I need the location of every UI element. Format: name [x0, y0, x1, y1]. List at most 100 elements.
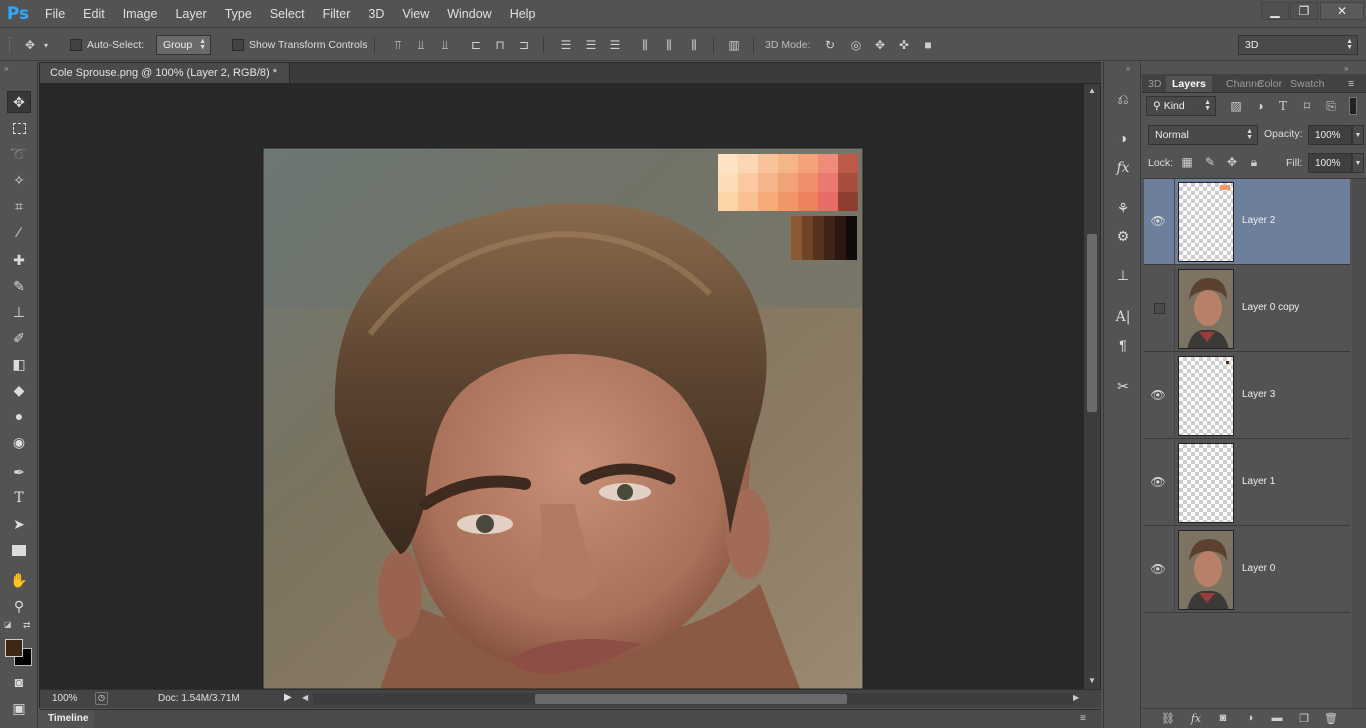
layer-row[interactable]: 👁︎ Layer 1 [1144, 440, 1350, 526]
default-colors-icon[interactable]: ◪ [4, 620, 12, 629]
delete-layer-icon[interactable]: 🗑︎ [1323, 712, 1339, 726]
rectangle-tool[interactable] [7, 539, 31, 561]
blur-tool[interactable]: ● [7, 405, 31, 427]
brush-tool[interactable]: ✎ [7, 275, 31, 297]
crop-tool[interactable]: ⌗ [7, 195, 31, 217]
layer-row[interactable]: 👁︎ Layer 0 [1144, 527, 1350, 613]
distribute-left-icon[interactable]: ⫼ [637, 37, 653, 53]
tab-layers[interactable]: Layers [1166, 76, 1212, 92]
3d-pan-icon[interactable]: ✥ [872, 37, 888, 53]
eyedropper-tool[interactable]: ⁄ [7, 221, 31, 243]
panel-menu-icon[interactable]: ≡ [1080, 713, 1086, 724]
3d-rotate-icon[interactable]: ↻ [822, 37, 838, 53]
filter-pixel-icon[interactable]: ▨ [1228, 98, 1244, 114]
magic-wand-tool[interactable]: ✧ [7, 169, 31, 191]
close-button[interactable]: ✕ [1320, 2, 1364, 20]
workspace-dropdown[interactable]: 3D ▲ ▼ [1238, 35, 1358, 55]
marquee-tool[interactable] [7, 117, 31, 139]
document-canvas[interactable] [40, 84, 1084, 689]
filter-type-icon[interactable]: T [1275, 98, 1291, 114]
panel-menu-icon[interactable]: ≡ [1348, 76, 1354, 92]
distribute-bottom-icon[interactable]: ☰ [607, 37, 623, 53]
tools-icon[interactable]: ✂ [1113, 376, 1133, 396]
menu-edit[interactable]: Edit [74, 0, 114, 28]
screen-mode-button[interactable]: ▣ [7, 697, 31, 719]
type-tool[interactable]: T [7, 487, 31, 509]
layers-scrollbar[interactable] [1352, 179, 1366, 709]
align-left-icon[interactable]: ⊏ [468, 37, 484, 53]
menu-file[interactable]: File [36, 0, 74, 28]
menu-select[interactable]: Select [261, 0, 314, 28]
quick-mask-button[interactable]: ◙ [7, 671, 31, 693]
layer-row[interactable]: Layer 0 copy [1144, 266, 1350, 352]
link-layers-icon[interactable]: ⛓ [1160, 712, 1176, 726]
clone-source-icon[interactable]: ⊥ [1113, 265, 1133, 285]
lock-all-icon[interactable]: 🔒︎ [1246, 154, 1262, 170]
grip-handle[interactable] [0, 37, 10, 53]
swap-colors-icon[interactable]: ⇄ [23, 620, 31, 631]
kind-filter-dropdown[interactable]: ⚲ Kind ▲ ▼ [1146, 96, 1216, 116]
tab-swatches[interactable]: Swatch [1290, 76, 1324, 92]
menu-filter[interactable]: Filter [314, 0, 360, 28]
tab-color[interactable]: Color [1257, 76, 1282, 92]
layer-row[interactable]: 👁︎ Layer 3 [1144, 353, 1350, 439]
healing-brush-tool[interactable]: ✚ [7, 249, 31, 271]
dodge-tool[interactable]: ◉ [7, 431, 31, 453]
canvas-viewport[interactable] [40, 84, 1084, 689]
filter-toggle-switch[interactable] [1349, 97, 1357, 115]
paragraph-icon[interactable]: ¶ [1113, 335, 1133, 355]
collapse-arrows-icon[interactable]: « [1126, 64, 1130, 73]
adjustments-icon[interactable]: ◑ [1113, 128, 1133, 148]
scroll-right-icon[interactable]: ▶ [1073, 693, 1079, 702]
fill-input[interactable]: 100% [1308, 153, 1352, 173]
preview-icon[interactable]: ◷ [95, 692, 108, 705]
move-tool[interactable]: ✥ [7, 91, 31, 113]
vertical-scrollbar[interactable]: ▲ ▼ [1084, 84, 1100, 689]
lock-image-icon[interactable]: ✎ [1202, 154, 1218, 170]
align-right-icon[interactable]: ⊐ [516, 37, 532, 53]
collapse-arrows-icon[interactable]: » [4, 64, 8, 73]
opacity-input[interactable]: 100% [1308, 125, 1352, 145]
menu-window[interactable]: Window [438, 0, 500, 28]
status-menu-arrow-icon[interactable]: ▶ [284, 692, 292, 703]
clone-stamp-tool[interactable]: ⊥ [7, 301, 31, 323]
distribute-vcenter-icon[interactable]: ☰ [583, 37, 599, 53]
menu-view[interactable]: View [393, 0, 438, 28]
history-brush-tool[interactable]: ✐ [7, 327, 31, 349]
add-mask-icon[interactable]: ◙ [1215, 712, 1231, 726]
align-bottom-icon[interactable]: ⫫ [437, 37, 453, 53]
new-layer-icon[interactable]: ❐ [1296, 712, 1312, 726]
horizontal-scrollbar[interactable] [313, 693, 1073, 705]
document-tab[interactable]: Cole Sprouse.png @ 100% (Layer 2, RGB/8)… [40, 63, 290, 83]
menu-image[interactable]: Image [114, 0, 167, 28]
menu-layer[interactable]: Layer [166, 0, 215, 28]
chevron-down-icon[interactable]: ▼ [1352, 153, 1364, 173]
auto-select-dropdown[interactable]: Group ▲ ▼ [156, 35, 211, 55]
filter-adjustment-icon[interactable]: ◑ [1252, 98, 1268, 114]
path-selection-tool[interactable]: ➤ [7, 513, 31, 535]
new-group-icon[interactable]: ▬ [1269, 712, 1285, 726]
brush-presets-icon[interactable]: ⚘ [1113, 198, 1133, 218]
eye-icon[interactable]: 👁︎ [1150, 388, 1166, 402]
eye-icon[interactable]: 👁︎ [1150, 214, 1166, 228]
scroll-down-icon[interactable]: ▼ [1088, 676, 1096, 685]
distribute-top-icon[interactable]: ☰ [558, 37, 574, 53]
minimize-button[interactable]: ▁ [1261, 2, 1289, 20]
3d-slide-icon[interactable]: ✜ [896, 37, 912, 53]
scroll-left-icon[interactable]: ◀ [302, 693, 308, 702]
lasso-tool[interactable]: ➰ [7, 143, 31, 165]
character-icon[interactable]: A| [1113, 307, 1133, 327]
tab-3d[interactable]: 3D [1148, 76, 1161, 92]
auto-select-checkbox[interactable] [70, 39, 82, 51]
horizontal-scroll-thumb[interactable] [535, 694, 847, 704]
visibility-toggle[interactable] [1154, 303, 1165, 314]
menu-3d[interactable]: 3D [359, 0, 393, 28]
lock-transparent-icon[interactable]: ▦ [1179, 154, 1195, 170]
scroll-up-icon[interactable]: ▲ [1088, 86, 1096, 95]
eraser-tool[interactable]: ◧ [7, 353, 31, 375]
blend-mode-dropdown[interactable]: Normal ▲ ▼ [1148, 125, 1258, 145]
foreground-color-swatch[interactable] [5, 639, 23, 657]
eye-icon[interactable]: 👁︎ [1150, 562, 1166, 576]
3d-roll-icon[interactable]: ◎ [848, 37, 864, 53]
show-transform-checkbox[interactable] [232, 39, 244, 51]
